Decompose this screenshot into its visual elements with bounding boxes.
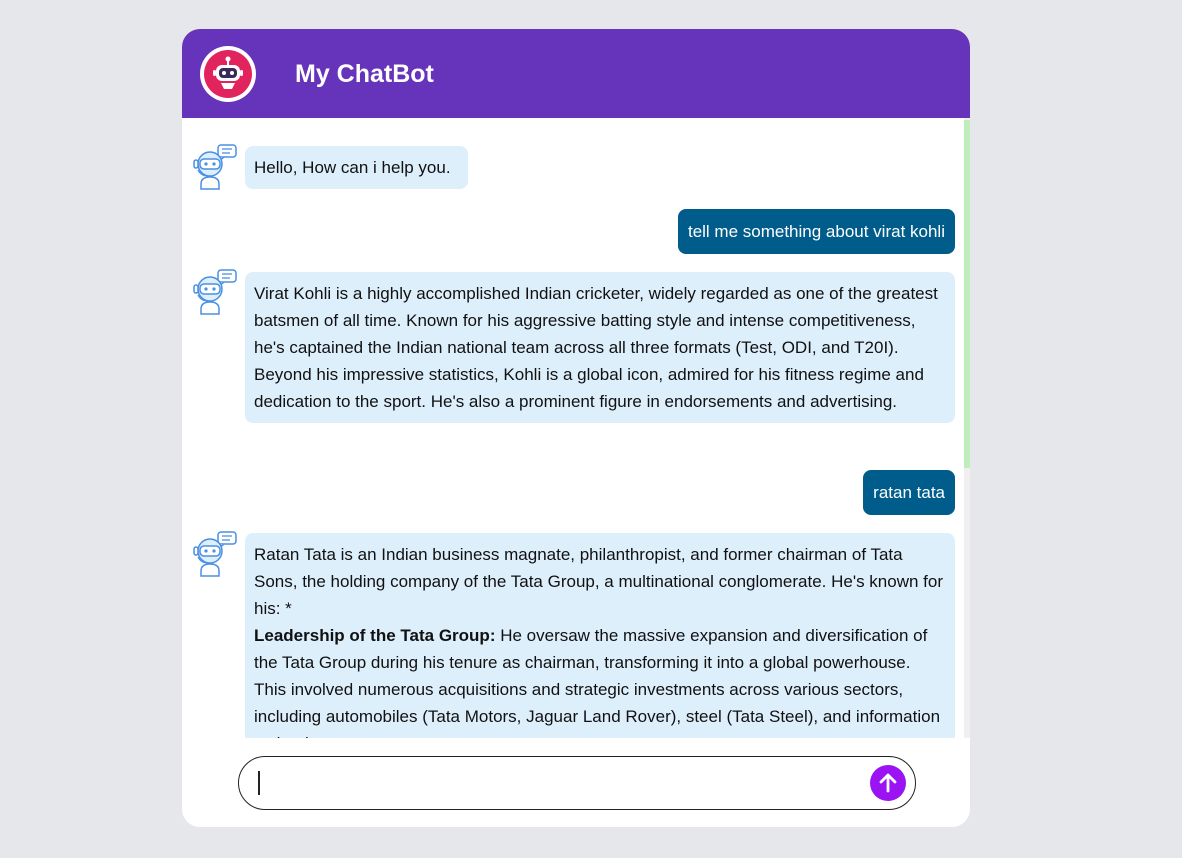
text-caret bbox=[258, 771, 260, 795]
message-input-container[interactable] bbox=[238, 756, 916, 810]
scrollbar[interactable] bbox=[964, 118, 970, 738]
bot-avatar-icon bbox=[193, 269, 237, 315]
message-list[interactable]: Hello, How can i help you. tell me somet… bbox=[182, 118, 970, 738]
message-intro: Ratan Tata is an Indian business magnate… bbox=[254, 545, 943, 618]
bot-message: Ratan Tata is an Indian business magnate… bbox=[245, 533, 955, 738]
scrollbar-thumb[interactable] bbox=[964, 120, 970, 468]
message-input[interactable] bbox=[257, 765, 861, 803]
chatbot-title: My ChatBot bbox=[295, 60, 434, 88]
message-bold-heading: Leadership of the Tata Group: bbox=[254, 626, 496, 645]
bot-message: Hello, How can i help you. bbox=[245, 146, 468, 189]
chat-header: My ChatBot bbox=[182, 29, 970, 118]
robot-icon bbox=[200, 46, 256, 102]
user-message: ratan tata bbox=[863, 470, 955, 515]
user-message: tell me something about virat kohli bbox=[677, 209, 955, 254]
send-button[interactable] bbox=[870, 765, 906, 801]
chat-window: My ChatBot Hello, How can i help you. te… bbox=[182, 29, 970, 827]
bot-avatar-icon bbox=[193, 531, 237, 577]
arrow-up-icon bbox=[879, 773, 897, 793]
bot-message: Virat Kohli is a highly accomplished Ind… bbox=[245, 272, 955, 423]
bot-avatar-icon bbox=[193, 144, 237, 190]
